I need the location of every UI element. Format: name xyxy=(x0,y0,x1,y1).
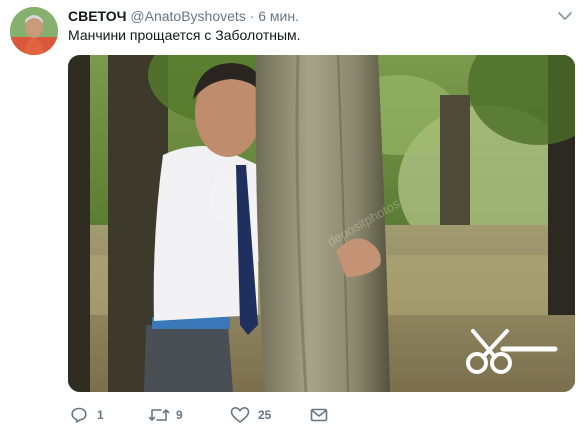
like-button[interactable]: 25 xyxy=(230,403,271,427)
tweet[interactable]: СВЕТОЧ @AnatoByshovets · 6 мин. Манчини … xyxy=(0,0,584,431)
tweet-header: СВЕТОЧ @AnatoByshovets · 6 мин. xyxy=(68,7,299,25)
retweet-button[interactable]: 9 xyxy=(148,403,183,427)
tweet-text: Манчини прощается с Заболотным. xyxy=(68,27,301,43)
heart-icon xyxy=(230,407,250,423)
reply-button[interactable]: 1 xyxy=(70,403,104,427)
user-handle[interactable]: @AnatoByshovets xyxy=(130,8,245,24)
like-count: 25 xyxy=(258,408,272,422)
envelope-icon xyxy=(310,408,328,422)
direct-message-button[interactable] xyxy=(310,403,328,427)
avatar[interactable] xyxy=(10,7,58,55)
display-name[interactable]: СВЕТОЧ xyxy=(68,8,127,24)
avatar-image xyxy=(10,7,58,55)
tweet-actions: 1 9 25 xyxy=(68,403,568,427)
separator-dot: · xyxy=(249,8,255,24)
chevron-down-icon[interactable] xyxy=(556,9,574,23)
reply-count: 1 xyxy=(97,408,104,422)
retweet-count: 9 xyxy=(176,408,183,422)
photo-man-hugging-tree xyxy=(68,55,575,392)
tweet-photo[interactable]: depositphotos xyxy=(68,55,575,392)
timestamp[interactable]: 6 мин. xyxy=(258,8,299,24)
reply-icon xyxy=(71,407,87,423)
retweet-icon xyxy=(148,409,170,421)
